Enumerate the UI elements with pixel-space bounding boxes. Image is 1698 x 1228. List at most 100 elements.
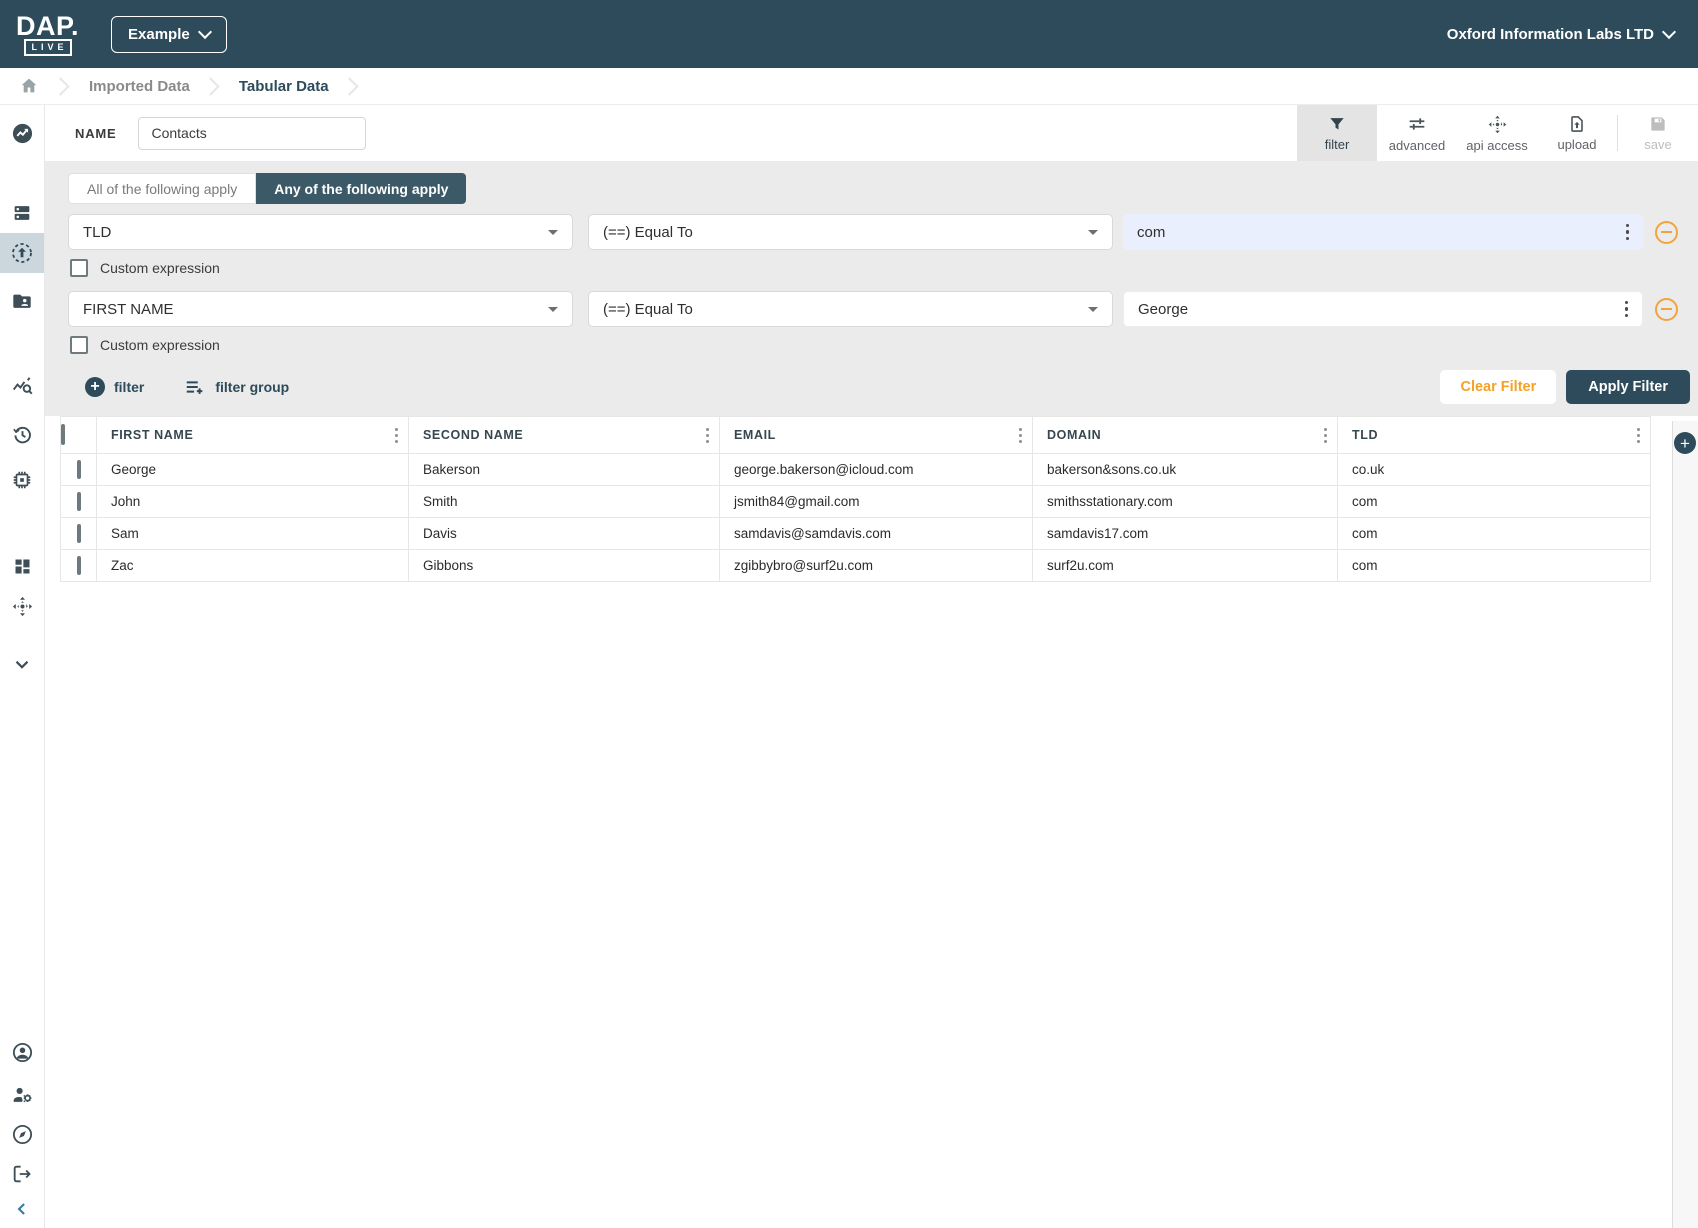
save-icon (1651, 117, 1665, 131)
add-filter-button[interactable]: + filter (85, 377, 144, 397)
breadcrumb-imported-data[interactable]: Imported Data (89, 78, 190, 95)
column-header-tld: TLD (1337, 416, 1651, 454)
left-sidebar (0, 105, 45, 1228)
value-menu-icon[interactable] (1619, 297, 1635, 322)
apply-filter-button[interactable]: Apply Filter (1566, 370, 1690, 404)
custom-expression-checkbox-1[interactable] (70, 259, 88, 277)
column-menu-icon[interactable] (389, 424, 404, 447)
add-column-button[interactable]: + (1674, 432, 1696, 454)
save-button-label: save (1644, 137, 1672, 152)
value-input-2[interactable]: George (1123, 291, 1643, 327)
advanced-button[interactable]: advanced (1377, 105, 1457, 161)
add-filter-label: filter (114, 379, 145, 395)
operator-select-2[interactable]: (==) Equal To (588, 291, 1113, 327)
row-checkbox[interactable] (76, 524, 81, 543)
explore-icon[interactable] (0, 1114, 44, 1154)
row-checkbox[interactable] (76, 556, 81, 575)
logout-icon[interactable] (0, 1154, 44, 1194)
save-button[interactable]: save (1618, 105, 1698, 161)
add-filter-group-button[interactable]: filter group (184, 376, 289, 398)
name-label: NAME (75, 125, 117, 141)
column-header-label: TLD (1352, 428, 1379, 442)
field-select-1[interactable]: TLD (68, 214, 573, 250)
breadcrumb-tabular-data[interactable]: Tabular Data (239, 78, 329, 95)
column-header-label: SECOND NAME (423, 428, 524, 442)
table-cell: zgibbybro@surf2u.com (719, 549, 1033, 582)
table-cell: George (96, 453, 409, 486)
api-access-icon (1488, 115, 1506, 133)
query-stats-icon[interactable] (0, 366, 44, 406)
api-access-button[interactable]: api access (1457, 105, 1537, 161)
org-menu[interactable]: Oxford Information Labs LTD (1446, 24, 1677, 43)
value-input-1[interactable]: com (1123, 214, 1643, 250)
table-cell: samdavis@samdavis.com (719, 517, 1033, 550)
column-header-label: FIRST NAME (111, 428, 194, 442)
field-select-1-value: TLD (83, 223, 112, 241)
clear-filter-button[interactable]: Clear Filter (1440, 370, 1557, 404)
row-checkbox[interactable] (76, 492, 81, 511)
table-cell: bakerson&sons.co.uk (1032, 453, 1338, 486)
column-menu-icon[interactable] (1318, 424, 1333, 447)
breadcrumb-separator-icon (51, 76, 70, 96)
project-selector-button[interactable]: Example (111, 15, 227, 53)
account-icon[interactable] (0, 1032, 44, 1072)
org-name: Oxford Information Labs LTD (1446, 25, 1654, 43)
remove-filter-2-button[interactable] (1655, 297, 1678, 321)
field-select-2[interactable]: FIRST NAME (68, 291, 573, 327)
field-select-2-value: FIRST NAME (83, 300, 174, 318)
filter-group-icon (187, 381, 203, 394)
home-icon[interactable] (18, 75, 40, 97)
value-menu-icon[interactable] (1620, 220, 1636, 245)
caret-down-icon (548, 229, 558, 235)
custom-expression-row-2: Custom expression (70, 336, 1690, 354)
main-content: NAME filter advanced api access (45, 105, 1698, 1228)
all-apply-toggle[interactable]: All of the following apply (68, 173, 257, 204)
table-row: Zac Gibbons zgibbybro@surf2u.com surf2u.com… (60, 549, 1651, 582)
filter-row-1: TLD (==) Equal To com (68, 214, 1690, 250)
manage-accounts-icon[interactable] (0, 1074, 44, 1114)
table-cell: com (1337, 485, 1651, 518)
table-cell: co.uk (1337, 453, 1651, 486)
caret-down-icon (548, 306, 558, 312)
remove-filter-1-button[interactable] (1655, 220, 1678, 244)
table-cell: george.bakerson@icloud.com (719, 453, 1033, 486)
table-row: George Bakerson george.bakerson@icloud.com… (60, 453, 1651, 486)
table-cell: Zac (96, 549, 409, 582)
value-input-1-text: com (1137, 223, 1166, 241)
dataset-name-input[interactable] (138, 116, 367, 150)
right-rail: + (1672, 421, 1698, 1228)
memory-chip-icon[interactable] (0, 460, 44, 500)
data-table: FIRST NAME SECOND NAME EMAIL DOMAIN TLD Geor… (60, 416, 1651, 582)
row-checkbox[interactable] (76, 460, 81, 479)
breadcrumb: Imported Data Tabular Data (0, 68, 1698, 105)
column-header-domain: DOMAIN (1032, 416, 1338, 454)
insights-icon[interactable] (0, 113, 44, 153)
column-header-second-name: SECOND NAME (408, 416, 720, 454)
value-input-2-text: George (1138, 300, 1189, 318)
column-menu-icon[interactable] (700, 424, 715, 447)
custom-expression-row-1: Custom expression (70, 259, 1690, 277)
column-menu-icon[interactable] (1013, 424, 1028, 447)
column-menu-icon[interactable] (1631, 424, 1646, 447)
folder-shared-icon[interactable] (0, 281, 44, 321)
upload-button[interactable]: upload (1537, 105, 1617, 161)
dns-icon[interactable] (0, 193, 44, 233)
breadcrumb-separator-icon (201, 76, 220, 96)
dashboard-icon[interactable] (0, 546, 44, 586)
import-target-icon[interactable] (0, 233, 44, 273)
select-all-checkbox[interactable] (61, 424, 65, 445)
advanced-tune-icon (1409, 118, 1425, 130)
filter-button[interactable]: filter (1297, 105, 1377, 161)
table-cell: surf2u.com (1032, 549, 1338, 582)
api-move-icon[interactable] (0, 586, 44, 626)
sidebar-collapse-button[interactable] (0, 1194, 44, 1224)
chevron-down-icon[interactable] (0, 644, 44, 684)
table-header-row: FIRST NAME SECOND NAME EMAIL DOMAIN TLD (60, 416, 1651, 454)
operator-select-1[interactable]: (==) Equal To (588, 214, 1113, 250)
any-apply-toggle[interactable]: Any of the following apply (256, 173, 467, 204)
upload-icon (1571, 116, 1583, 132)
history-icon[interactable] (0, 414, 44, 454)
table-row: John Smith jsmith84@gmail.com smithsstation… (60, 485, 1651, 518)
table-row: Sam Davis samdavis@samdavis.com samdavis17.… (60, 517, 1651, 550)
custom-expression-checkbox-2[interactable] (70, 336, 88, 354)
